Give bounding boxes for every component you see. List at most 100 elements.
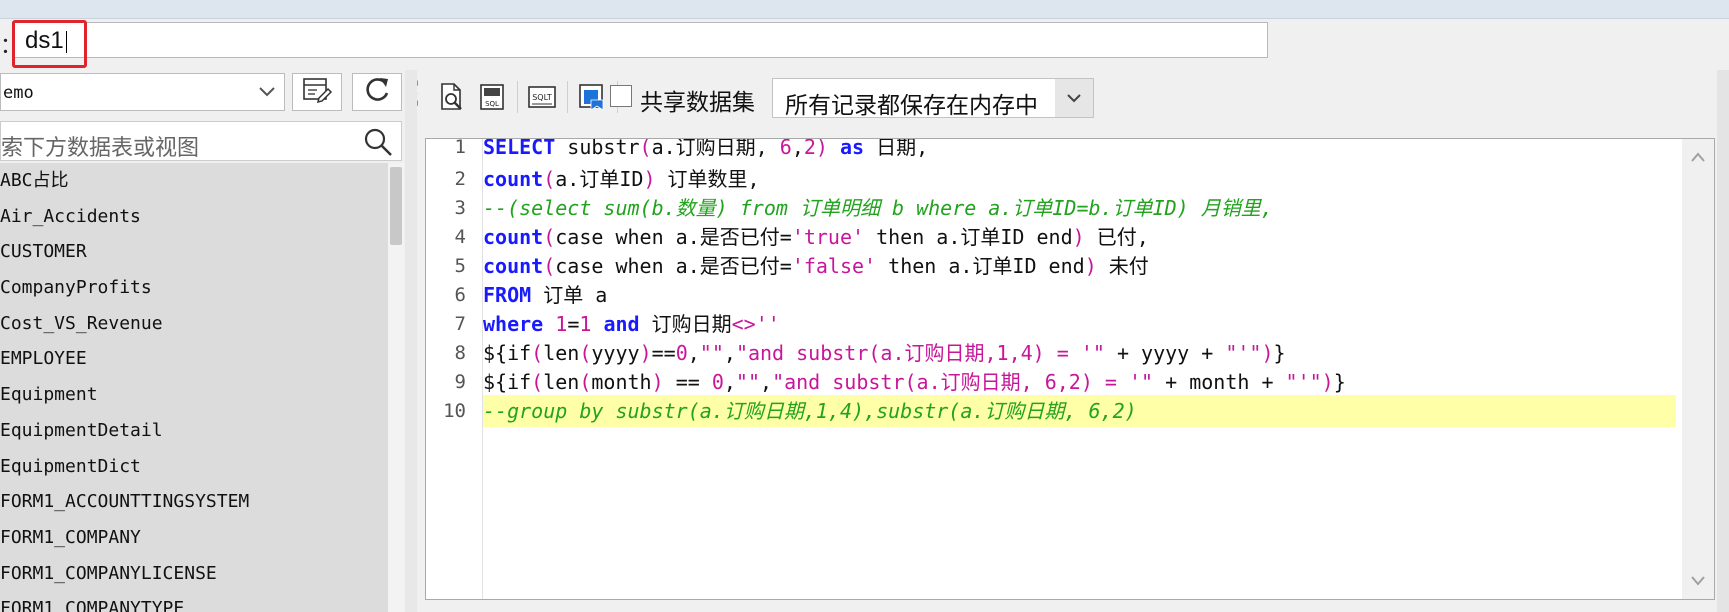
table-item[interactable]: EquipmentDict xyxy=(0,449,388,485)
panel-splitter[interactable] xyxy=(405,70,417,612)
code-line[interactable]: where 1=1 and 订购日期<>'' xyxy=(483,308,1676,340)
code-token: ( xyxy=(639,138,652,159)
line-number: 2 xyxy=(454,168,466,190)
code-token: ) xyxy=(815,138,828,159)
code-token: ) xyxy=(1321,370,1334,394)
code-line[interactable]: count(a.订单ID) 订单数里, xyxy=(483,163,1676,195)
table-item[interactable]: ABC占比 xyxy=(0,163,388,199)
database-select[interactable]: emo xyxy=(0,73,285,111)
code-token: <>'' xyxy=(731,312,780,336)
code-token: 1 xyxy=(579,312,592,336)
code-line[interactable]: count(case when a.是否已付='true' then a.订单I… xyxy=(483,221,1676,253)
line-number: 9 xyxy=(454,371,466,393)
code-token: ) xyxy=(643,167,656,191)
refresh-button[interactable] xyxy=(352,73,402,111)
code-token: ( xyxy=(543,254,556,278)
table-item[interactable]: Cost_VS_Revenue xyxy=(0,306,388,342)
code-line[interactable]: ${if(len(month) == 0,"","and substr(a.订购… xyxy=(483,366,1676,398)
line-number: 3 xyxy=(454,197,466,219)
code-token: "" xyxy=(735,370,761,394)
svg-text:SQLT: SQLT xyxy=(532,93,552,102)
code-line[interactable]: ${if(len(yyyy)==0,"","and substr(a.订购日期,… xyxy=(483,337,1676,369)
table-search-placeholder: 索下方数据表或视图 xyxy=(1,136,200,161)
code-line-active[interactable]: --group by substr(a.订购日期,1,4),substr(a.订… xyxy=(483,395,1676,427)
sql-toolbar: SQL SQLT 共享数据集 所有记录都保存在内存中 xyxy=(425,73,1715,121)
code-token: 'false' xyxy=(791,254,877,278)
scrollbar-thumb[interactable] xyxy=(390,167,402,245)
line-number: 4 xyxy=(454,226,466,248)
code-token: FROM xyxy=(483,283,532,307)
share-dataset-checkbox[interactable] xyxy=(610,85,632,107)
chevron-down-icon xyxy=(1055,79,1093,117)
table-item[interactable]: EquipmentDetail xyxy=(0,413,388,449)
share-dataset-label: 共享数据集 xyxy=(640,90,755,116)
line-number: 8 xyxy=(454,342,466,364)
chevron-down-icon xyxy=(256,80,278,107)
code-token: ) xyxy=(1261,341,1274,365)
code-line[interactable]: --(select sum(b.数量) from 订单明细 b where a.… xyxy=(483,192,1676,224)
refresh-icon xyxy=(362,75,392,109)
scroll-down-icon[interactable] xyxy=(1682,567,1714,595)
code-token: ( xyxy=(531,370,544,394)
code-token: 0 xyxy=(675,341,688,365)
table-item[interactable]: FORM1_COMPANY xyxy=(0,520,388,556)
line-number-gutter: 1 2 3 4 5 6 7 8 9 10 xyxy=(426,139,483,599)
code-line[interactable]: SELECT substr(a.订购日期, 6,2) as 日期, xyxy=(483,138,1676,163)
code-line[interactable]: FROM 订单 a xyxy=(483,279,1676,311)
code-token: ) xyxy=(1072,225,1085,249)
table-search-input[interactable]: 索下方数据表或视图 xyxy=(0,121,402,161)
code-token: count xyxy=(483,167,544,191)
code-token: ( xyxy=(579,370,592,394)
table-item[interactable]: Equipment xyxy=(0,377,388,413)
code-token: ) xyxy=(651,370,664,394)
line-number: 7 xyxy=(454,313,466,335)
code-token: 'true' xyxy=(791,225,865,249)
table-item[interactable]: Air_Accidents xyxy=(0,199,388,235)
sql-format-icon[interactable]: SQLT xyxy=(527,81,557,113)
save-param-icon[interactable] xyxy=(577,81,607,113)
code-token: 1 xyxy=(555,312,568,336)
table-item[interactable]: FORM1_ACCOUNTTINGSYSTEM xyxy=(0,484,388,520)
code-token: 0 xyxy=(711,370,724,394)
svg-text:SQL: SQL xyxy=(485,100,499,108)
sql-editor[interactable]: 1 2 3 4 5 6 7 8 9 10 SELECT substr(a.订购日… xyxy=(425,138,1715,600)
memory-mode-select[interactable]: 所有记录都保存在内存中 xyxy=(772,78,1094,119)
code-token: "" xyxy=(699,341,724,365)
code-token: ) xyxy=(1084,254,1097,278)
code-line[interactable]: count(case when a.是否已付='false' then a.订单… xyxy=(483,250,1676,282)
table-item[interactable]: EMPLOYEE xyxy=(0,341,388,377)
line-number: 5 xyxy=(454,255,466,277)
table-item[interactable]: CompanyProfits xyxy=(0,270,388,306)
database-select-value: emo xyxy=(3,83,34,103)
code-token: count xyxy=(483,225,544,249)
line-number: 1 xyxy=(454,138,466,158)
table-item[interactable]: FORM1_COMPANYLICENSE xyxy=(0,556,388,592)
code-token: count xyxy=(483,254,544,278)
sql-icon[interactable]: SQL xyxy=(477,81,507,113)
edit-connection-button[interactable] xyxy=(292,73,342,111)
table-list-scrollbar[interactable] xyxy=(388,163,404,612)
panel-edge xyxy=(1717,70,1729,612)
line-number: 6 xyxy=(454,284,466,306)
preview-icon[interactable] xyxy=(437,81,467,113)
code-token: ( xyxy=(543,167,556,191)
code-token: 2 xyxy=(803,138,816,159)
code-token: as xyxy=(840,138,865,159)
code-token: ) xyxy=(639,341,652,365)
search-icon[interactable] xyxy=(363,127,393,161)
code-token: "and substr(a.订购日期,1,4) = '" xyxy=(735,341,1105,365)
code-token: and xyxy=(603,312,640,336)
memory-mode-value: 所有记录都保存在内存中 xyxy=(785,93,1038,119)
code-token: ( xyxy=(579,341,592,365)
editor-scrollbar[interactable] xyxy=(1682,139,1714,599)
edit-connection-icon xyxy=(301,76,333,108)
scroll-up-icon[interactable] xyxy=(1682,143,1714,171)
annotation-red-box xyxy=(12,20,87,68)
code-token: 6 xyxy=(779,138,792,159)
code-token: SELECT xyxy=(483,138,556,159)
table-item[interactable]: CUSTOMER xyxy=(0,234,388,270)
code-token: where xyxy=(483,312,544,336)
dataset-name-input[interactable]: ds1 xyxy=(12,22,1268,58)
table-list: ABC占比 Air_Accidents CUSTOMER CompanyProf… xyxy=(0,163,388,612)
table-item[interactable]: FORM1_COMPANYTYPE xyxy=(0,591,388,612)
